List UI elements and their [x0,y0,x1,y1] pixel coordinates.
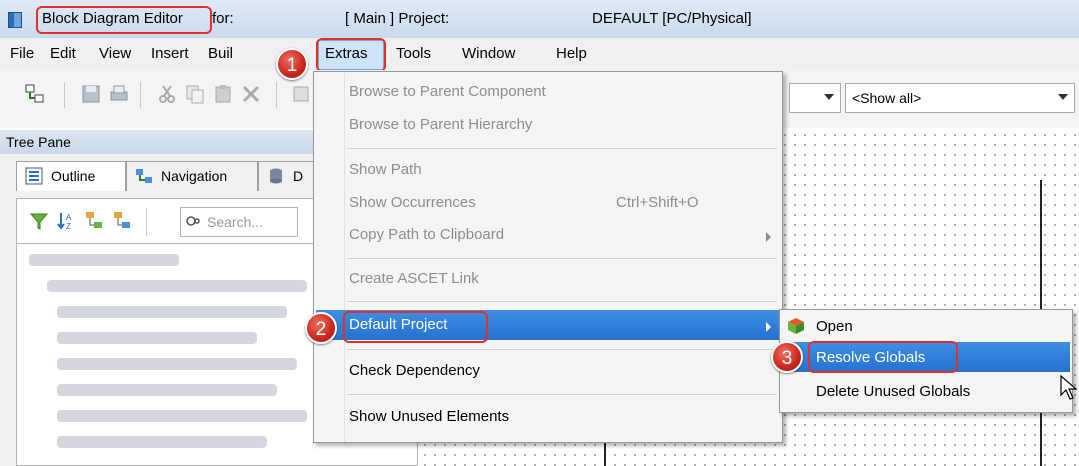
tree-item[interactable] [57,306,287,318]
chevron-right-icon [766,232,771,242]
menu-item-browse-parent-hierarchy[interactable]: Browse to Parent Hierarchy [349,116,532,133]
collapse-all-icon[interactable] [112,210,134,232]
tree-toolbar-separator [146,208,147,236]
paste-icon[interactable] [212,83,234,105]
shortcut-show-occurrences: Ctrl+Shift+O [616,194,699,211]
menu-item-create-ascet-link[interactable]: Create ASCET Link [349,270,479,287]
toolbar-separator [140,82,141,108]
tree-item[interactable] [57,332,257,344]
tree-item[interactable] [29,254,179,266]
menu-separator [347,394,777,395]
menu-item-show-occurrences[interactable]: Show Occurrences [349,194,476,211]
toolbar-separator [276,82,277,108]
menu-item-copy-path[interactable]: Copy Path to Clipboard [349,226,504,243]
svg-text:A: A [66,213,72,222]
menu-separator [347,301,777,302]
menu-view[interactable]: View [99,45,131,62]
tree-search-input[interactable]: Search... [180,207,298,237]
delete-icon[interactable] [240,83,262,105]
callout-badge-2: 2 [305,312,337,344]
submenu-item-delete-unused-globals[interactable]: Delete Unused Globals [816,383,970,400]
search-icon [186,216,200,226]
database-icon [270,168,282,184]
expand-all-icon[interactable] [84,210,106,232]
window-title-main: [ Main ] Project: [345,10,450,27]
menu-edit[interactable]: Edit [50,45,76,62]
tree-search-placeholder: Search... [207,214,264,230]
extras-menu: Browse to Parent Component Browse to Par… [313,71,783,443]
outline-icon [25,167,43,185]
mouse-cursor-icon [1060,375,1078,400]
menu-gutter [344,72,345,442]
menu-item-check-dependency[interactable]: Check Dependency [349,362,480,379]
tab-outline[interactable]: Outline [16,161,126,191]
svg-text:Z: Z [66,222,71,231]
menu-help[interactable]: Help [556,45,587,62]
tree-item[interactable] [57,436,267,448]
navigation-icon [136,169,152,183]
menu-insert[interactable]: Insert [151,45,189,62]
tab-d-label: D [293,168,304,184]
menu-item-browse-parent-component[interactable]: Browse to Parent Component [349,83,546,100]
save-icon[interactable] [80,83,102,105]
tab-navigation[interactable]: Navigation [126,161,258,191]
tree-item[interactable] [57,384,277,396]
browse-icon[interactable] [24,83,46,105]
callout-badge-3: 3 [771,341,803,373]
chevron-down-icon [1058,94,1068,100]
menu-separator [347,349,777,350]
sort-az-icon[interactable]: AZ [56,210,78,232]
menu-build[interactable]: Buil [208,45,233,62]
menu-separator [347,258,777,259]
title-highlight-box [36,6,212,34]
window-title-project: DEFAULT [PC/Physical] [592,10,752,27]
show-filter-value: <Show all> [852,90,922,106]
tab-d[interactable]: D [258,161,314,191]
tree-item[interactable] [47,280,307,292]
menu-window[interactable]: Window [462,45,515,62]
app-icon [8,12,22,28]
chevron-right-icon [766,322,771,332]
menu-item-show-path[interactable]: Show Path [349,161,422,178]
tree-pane-title: Tree Pane [6,134,71,150]
tab-navigation-label: Navigation [161,168,228,184]
tree-item[interactable] [57,358,297,370]
filter-icon[interactable] [28,210,50,232]
resolve-globals-highlight-box [808,341,958,373]
tab-outline-label: Outline [51,168,96,184]
chevron-down-icon [824,94,834,100]
menu-file[interactable]: File [10,45,34,62]
combo-left[interactable] [789,83,841,113]
tree-item[interactable] [57,410,307,422]
open-project-icon [788,318,804,334]
callout-badge-1: 1 [276,48,308,80]
toolbar-separator [64,82,65,108]
menu-separator [347,148,777,149]
menu-item-show-unused-elements[interactable]: Show Unused Elements [349,408,509,425]
copy-icon[interactable] [184,83,206,105]
extras-highlight-box [316,38,386,72]
menu-tools[interactable]: Tools [396,45,431,62]
default-project-highlight-box [343,311,488,343]
print-icon[interactable] [108,83,130,105]
cut-icon[interactable] [156,83,178,105]
submenu-item-open[interactable]: Open [816,318,853,335]
toolbar-more-icon[interactable] [290,83,312,105]
window-title-for: for: [212,10,234,27]
show-filter-select[interactable]: <Show all> [845,83,1075,113]
